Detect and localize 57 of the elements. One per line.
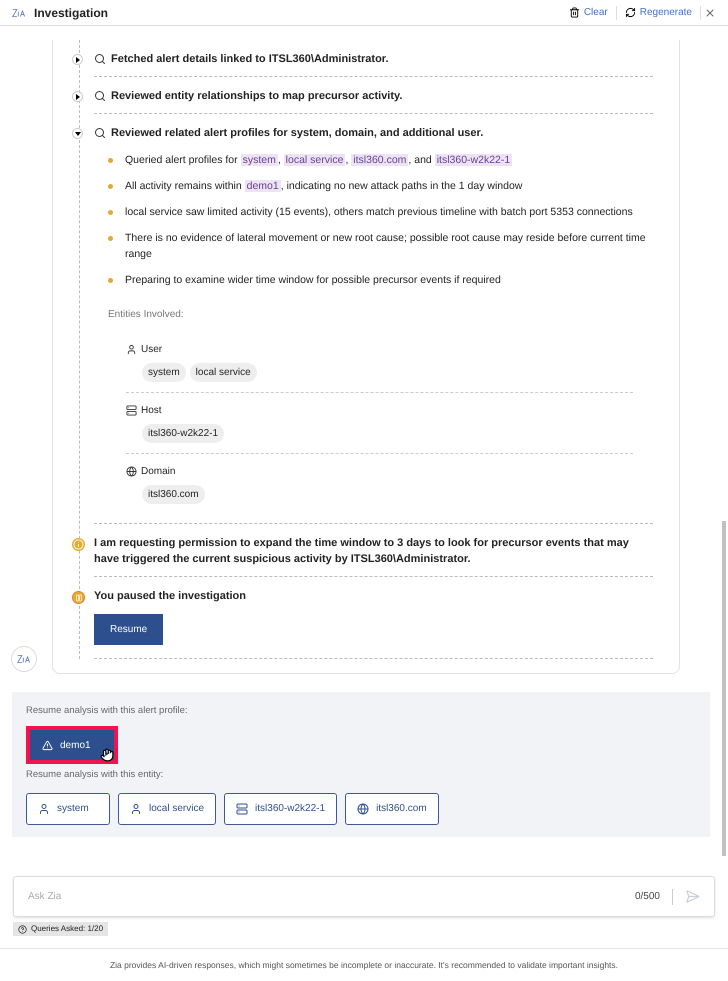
zia-logo-icon bbox=[17, 654, 31, 664]
step-title: I am requesting permission to expand the time window to 3 days to look for precursor events that may have triggered the current suspicious activity by ITSL360\Administrator. bbox=[94, 536, 630, 567]
alert-profile-button[interactable]: demo1 bbox=[30, 730, 114, 760]
warning-icon bbox=[42, 740, 53, 751]
step-title: Reviewed related alert profiles for system, domain, and additional user. bbox=[111, 126, 484, 141]
disclaimer-text: Zia provides AI-driven responses, which might sometimes be incomplete or inaccurate. It's recommended to validate important insights. bbox=[110, 958, 618, 972]
entity-button[interactable]: local service bbox=[118, 792, 216, 824]
regenerate-button[interactable]: Regenerate bbox=[620, 5, 697, 20]
finding-text: Preparing to examine wider time window for possible precursor events if required bbox=[125, 273, 501, 288]
queries-badge: Queries Asked: 1/20 bbox=[13, 922, 108, 936]
step-title: Reviewed entity relationships to map precursor activity. bbox=[111, 89, 402, 104]
search-icon bbox=[94, 90, 106, 102]
globe-icon bbox=[126, 466, 137, 477]
collapse-toggle[interactable] bbox=[72, 128, 83, 139]
window-title: Investigation bbox=[34, 4, 108, 22]
finding-text: Queried alert profiles for system , local service , itsl360.com , and itsl360-w2k22-1 bbox=[125, 153, 512, 168]
trash-icon bbox=[568, 7, 580, 18]
entity-type-label: Host bbox=[141, 404, 162, 418]
server-icon bbox=[236, 802, 248, 814]
pause-icon bbox=[72, 591, 85, 604]
entity-button[interactable]: itsl360-w2k22-1 bbox=[224, 792, 338, 824]
info-icon bbox=[72, 538, 85, 551]
entity-button[interactable]: itsl360.com bbox=[345, 792, 439, 824]
finding-text: All activity remains within demo1 , indicating no new attack paths in the 1 day window bbox=[125, 179, 522, 194]
ask-input[interactable]: Ask Zia 0/500 bbox=[13, 876, 715, 917]
clear-button[interactable]: Clear bbox=[564, 5, 613, 20]
chat-input[interactable]: Ask Zia bbox=[28, 889, 635, 904]
search-icon bbox=[94, 127, 106, 139]
entity-chip: itsl360.com bbox=[142, 485, 205, 504]
finding-text: There is no evidence of lateral movement or new root cause; possible root cause may reside before current time range bbox=[125, 231, 647, 262]
section-label: Resume analysis with this entity: bbox=[26, 768, 164, 782]
server-icon bbox=[126, 405, 137, 416]
refresh-icon bbox=[624, 7, 636, 18]
step-title: You paused the investigation bbox=[94, 589, 246, 604]
entity-button[interactable]: system bbox=[26, 792, 110, 824]
entity-type-label: Domain bbox=[141, 465, 176, 479]
step-title: Fetched alert details linked to ITSL360\Administrator. bbox=[111, 52, 389, 67]
zia-logo-icon bbox=[12, 8, 26, 18]
entity-chip: local service bbox=[190, 363, 257, 382]
section-label: Resume analysis with this alert profile: bbox=[26, 704, 189, 718]
entity-type-label: User bbox=[141, 343, 162, 357]
scrollbar-thumb[interactable] bbox=[722, 521, 726, 856]
character-counter: 0/500 bbox=[634, 890, 660, 904]
search-icon bbox=[94, 53, 106, 65]
close-icon[interactable] bbox=[704, 6, 716, 18]
entity-chip: itsl360-w2k22-1 bbox=[142, 424, 224, 443]
expand-toggle[interactable] bbox=[72, 91, 83, 102]
globe-icon bbox=[357, 802, 370, 814]
user-icon bbox=[126, 344, 137, 355]
section-label: Entities Involved: bbox=[108, 308, 185, 322]
user-icon bbox=[38, 802, 50, 814]
expand-toggle[interactable] bbox=[72, 54, 83, 65]
finding-text: local service saw limited activity (15 events), others match previous timeline with batch port 5353 connections bbox=[125, 205, 633, 220]
entity-chip: system bbox=[142, 363, 186, 382]
pointer-cursor-icon bbox=[100, 748, 114, 762]
resume-button[interactable]: Resume bbox=[94, 614, 164, 645]
user-icon bbox=[130, 802, 142, 814]
